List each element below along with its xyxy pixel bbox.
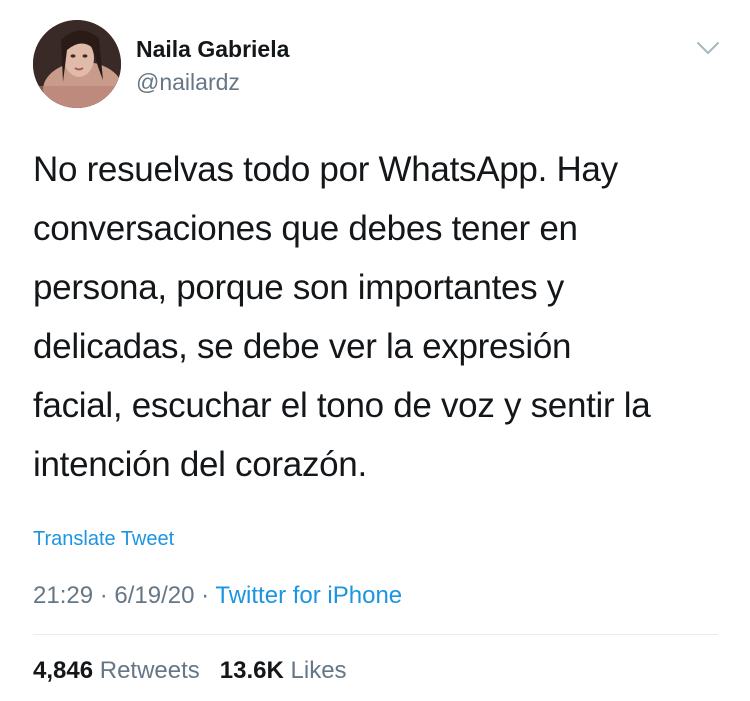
avatar-photo [33,20,121,108]
retweets-stat[interactable]: 4,846 Retweets [33,657,206,684]
tweet-date[interactable]: 6/19/20 [114,582,194,609]
likes-label: Likes [290,657,347,684]
tweet-text-line: No resuelvas todo por WhatsApp. Hay [33,150,618,189]
divider [33,634,718,635]
tweet-text-line: intención del corazón. [33,445,367,484]
likes-count: 13.6K [219,657,284,684]
meta-separator: · [99,582,108,609]
tweet-stats: 4,846 Retweets 13.6K Likes [33,657,347,685]
tweet-card: Naila Gabriela @nailardz No resuelvas to… [0,0,750,701]
tweet-text-line: conversaciones que debes tener en [33,209,578,248]
tweet-text: No resuelvas todo por WhatsApp. Hay conv… [33,140,723,494]
chevron-down-icon[interactable] [696,40,720,56]
tweet-text-line: delicadas, se debe ver la expresión [33,327,572,366]
avatar[interactable] [33,20,121,108]
likes-stat[interactable]: 13.6K Likes [220,657,347,684]
retweets-count: 4,846 [33,657,94,684]
meta-separator: · [201,582,210,609]
tweet-source-link[interactable]: Twitter for iPhone [215,582,402,609]
author-name[interactable]: Naila Gabriela [136,36,289,63]
translate-tweet-link[interactable]: Translate Tweet [33,528,174,551]
retweets-label: Retweets [99,657,200,684]
author-handle[interactable]: @nailardz [136,69,240,96]
tweet-time[interactable]: 21:29 [33,582,93,609]
tweet-meta: 21:29 · 6/19/20 · Twitter for iPhone [33,582,402,610]
tweet-text-line: persona, porque son importantes y [33,268,564,307]
tweet-text-line: facial, escuchar el tono de voz y sentir… [33,386,651,425]
